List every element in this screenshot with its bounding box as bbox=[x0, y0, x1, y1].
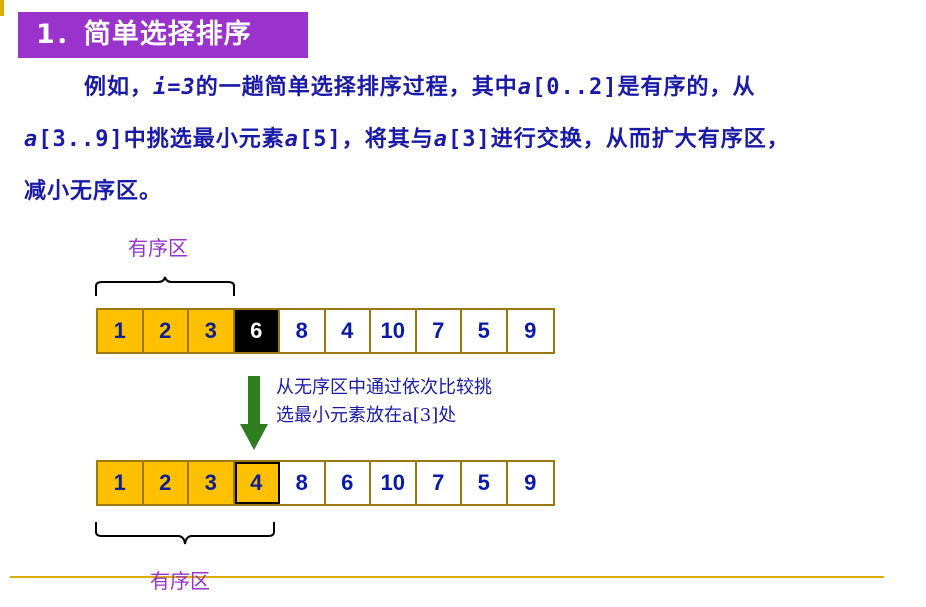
corner-mark bbox=[0, 0, 4, 16]
text-fragment: 是有序的，从 bbox=[617, 75, 756, 100]
array-cell: 9 bbox=[524, 470, 537, 495]
array-cell: 10 bbox=[371, 462, 417, 504]
arrow-caption-line-2: 选最小元素放在a[3]处 bbox=[276, 405, 457, 426]
code-fragment: [5] bbox=[299, 127, 342, 152]
array-cell: 8 bbox=[280, 310, 326, 352]
arrow-caption: 从无序区中通过依次比较挑 选最小元素放在a[3]处 bbox=[276, 374, 492, 430]
description-paragraph: 例如，i=3的一趟简单选择排序过程，其中a[0..2]是有序的，从 a[3..9… bbox=[24, 62, 904, 218]
code-fragment: i=3 bbox=[153, 75, 196, 100]
bottom-sorted-region-brace bbox=[95, 522, 275, 545]
array-cell: 9 bbox=[524, 318, 537, 343]
array-cell: 10 bbox=[371, 310, 417, 352]
section-title: 1．简单选择排序 bbox=[18, 12, 308, 58]
array-cell: 2 bbox=[143, 462, 189, 504]
top-sorted-region-label: 有序区 bbox=[128, 236, 188, 260]
array-cell: 4 bbox=[326, 310, 371, 352]
text-fragment: 的一趟简单选择排序过程，其中 bbox=[195, 75, 518, 100]
code-fragment: a bbox=[433, 127, 449, 152]
text-fragment: 进行交换，从而扩大有序区， bbox=[490, 127, 790, 152]
bottom-sorted-region-label: 有序区 bbox=[150, 569, 210, 593]
array-cell: 7 bbox=[417, 462, 462, 504]
array-before: 1 2 3 6 8 4 10 7 5 9 bbox=[96, 308, 555, 354]
array-cell: 1 bbox=[98, 462, 144, 504]
text-fragment: 中挑选最小元素 bbox=[123, 127, 285, 152]
array-cell-swapped: 4 bbox=[234, 462, 280, 504]
array-cell: 2 bbox=[143, 310, 189, 352]
code-fragment: a bbox=[284, 127, 299, 152]
array-cell: 6 bbox=[326, 462, 371, 504]
paragraph-line-2: a[3..9]中挑选最小元素a[5]，将其与a[3]进行交换，从而扩大有序区， bbox=[24, 114, 904, 166]
array-cell: 8 bbox=[280, 462, 326, 504]
array-cell: 1 bbox=[98, 310, 144, 352]
array-cell: 5 bbox=[462, 462, 508, 504]
array-cell: 7 bbox=[417, 310, 462, 352]
code-fragment: [3..9] bbox=[38, 127, 124, 152]
array-cell: 3 bbox=[189, 462, 235, 504]
down-arrow-icon bbox=[240, 376, 268, 450]
paragraph-line-3: 减小无序区。 bbox=[24, 179, 163, 204]
top-sorted-region-brace bbox=[95, 276, 235, 296]
footer-divider bbox=[10, 576, 884, 578]
code-fragment: [0..2] bbox=[532, 75, 618, 100]
paragraph-line-1: 例如，i=3的一趟简单选择排序过程，其中a[0..2]是有序的，从 bbox=[24, 62, 904, 114]
code-fragment: a bbox=[24, 127, 39, 152]
code-fragment: [3] bbox=[448, 127, 491, 152]
array-after: 1 2 3 4 8 6 10 7 5 9 bbox=[96, 460, 555, 506]
arrow-caption-line-1: 从无序区中通过依次比较挑 bbox=[276, 377, 492, 398]
text-fragment: ，将其与 bbox=[341, 127, 434, 152]
array-cell: 5 bbox=[462, 310, 508, 352]
text-fragment: 例如， bbox=[84, 75, 154, 100]
array-cell-current: 6 bbox=[234, 310, 280, 352]
array-cell: 3 bbox=[189, 310, 235, 352]
code-fragment: a bbox=[517, 75, 533, 100]
